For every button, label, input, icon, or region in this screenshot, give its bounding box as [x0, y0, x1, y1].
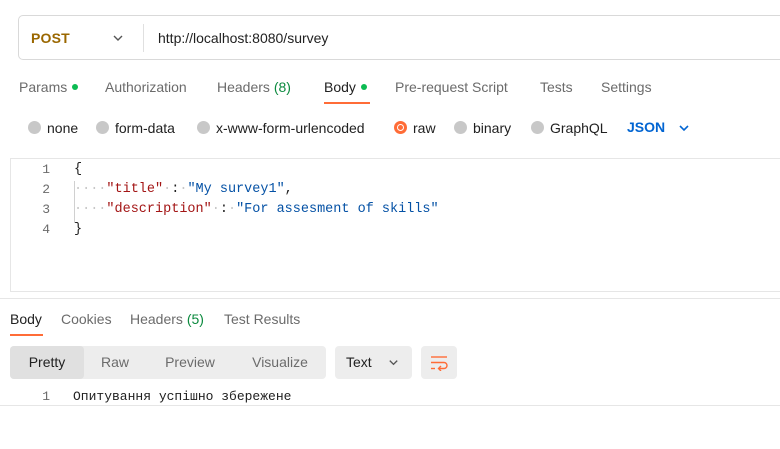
- tab-pre-request-script[interactable]: Pre-request Script: [395, 79, 508, 95]
- body-indicator-dot: [360, 84, 367, 90]
- tab-authorization[interactable]: Authorization: [105, 79, 187, 95]
- response-tab-test-results[interactable]: Test Results: [224, 311, 300, 327]
- response-tab-cookies[interactable]: Cookies: [61, 311, 112, 327]
- whitespace-marker: ····: [74, 202, 107, 217]
- radio-binary-label[interactable]: binary: [473, 120, 511, 136]
- wrap-lines-icon: [431, 356, 448, 371]
- pane-splitter[interactable]: [0, 298, 780, 299]
- chevron-down-icon: [389, 360, 398, 366]
- json-value-title: "My survey1": [187, 182, 285, 197]
- tab-headers[interactable]: Headers (8): [217, 79, 291, 95]
- whitespace-marker: ·: [211, 202, 220, 217]
- active-response-tab-indicator: [10, 334, 43, 336]
- response-format-label: Text: [346, 354, 372, 370]
- tab-headers-label: Headers: [217, 79, 270, 95]
- line-number: 1: [42, 389, 50, 404]
- radio-raw[interactable]: [394, 121, 407, 134]
- active-tab-indicator: [324, 102, 370, 104]
- radio-binary[interactable]: [454, 121, 467, 134]
- radio-raw-label[interactable]: raw: [413, 120, 436, 136]
- chevron-down-icon[interactable]: [111, 31, 125, 45]
- whitespace-marker: ·: [227, 202, 237, 217]
- radio-none-label[interactable]: none: [47, 120, 78, 136]
- tab-settings[interactable]: Settings: [601, 79, 652, 95]
- radio-none[interactable]: [28, 121, 41, 134]
- url-divider: [143, 24, 144, 52]
- code-line-title: ····"title"·:·"My survey1",: [74, 182, 293, 197]
- radio-form-data[interactable]: [96, 121, 109, 134]
- response-line-divider: [0, 405, 780, 406]
- tab-params[interactable]: Params: [19, 79, 79, 95]
- params-indicator-dot: [72, 84, 79, 90]
- code-close-brace: }: [74, 222, 83, 237]
- wrap-lines-button[interactable]: [421, 346, 457, 379]
- radio-x-www-form-urlencoded[interactable]: [197, 121, 210, 134]
- radio-x-www-form-urlencoded-label[interactable]: x-www-form-urlencoded: [216, 120, 365, 136]
- url-bar: POST http://localhost:8080/survey: [18, 15, 780, 60]
- view-preview-button[interactable]: Preview: [146, 346, 234, 379]
- line-number: 2: [42, 182, 50, 197]
- url-input[interactable]: http://localhost:8080/survey: [158, 30, 328, 46]
- radio-graphql-label[interactable]: GraphQL: [550, 120, 608, 136]
- method-select[interactable]: POST: [31, 30, 70, 46]
- view-visualize-button[interactable]: Visualize: [234, 346, 326, 379]
- json-key-description: "description": [106, 202, 212, 217]
- format-select[interactable]: JSON: [627, 119, 665, 135]
- response-tab-body[interactable]: Body: [10, 311, 42, 327]
- chevron-down-icon[interactable]: [677, 121, 691, 135]
- line-number: 1: [42, 162, 50, 177]
- response-tab-headers-label: Headers: [130, 311, 183, 327]
- json-value-description: "For assesment of skills": [236, 202, 439, 217]
- line-number: 3: [42, 202, 50, 217]
- json-key-title: "title": [106, 182, 164, 197]
- radio-form-data-label[interactable]: form-data: [115, 120, 175, 136]
- response-format-select[interactable]: Text: [335, 346, 412, 379]
- response-headers-count: (5): [186, 311, 204, 327]
- line-number: 4: [42, 222, 50, 237]
- request-body-editor[interactable]: [10, 158, 780, 292]
- view-pretty-button[interactable]: Pretty: [10, 346, 84, 379]
- code-line-description: ····"description"·:·"For assesment of sk…: [74, 202, 439, 217]
- radio-graphql[interactable]: [531, 121, 544, 134]
- tab-params-label: Params: [19, 79, 68, 95]
- whitespace-marker: ····: [74, 182, 107, 197]
- response-tab-headers[interactable]: Headers (5): [130, 311, 204, 327]
- tab-body[interactable]: Body: [324, 79, 367, 95]
- tab-tests[interactable]: Tests: [540, 79, 573, 95]
- whitespace-marker: ·: [163, 182, 172, 197]
- view-raw-button[interactable]: Raw: [84, 346, 146, 379]
- view-mode-group: Pretty Raw Preview Visualize: [10, 346, 326, 379]
- headers-count: (8): [273, 79, 291, 95]
- code-open-brace: {: [74, 162, 83, 177]
- response-body-text: Опитування успішно збережене: [73, 389, 292, 404]
- tab-body-label: Body: [324, 79, 356, 95]
